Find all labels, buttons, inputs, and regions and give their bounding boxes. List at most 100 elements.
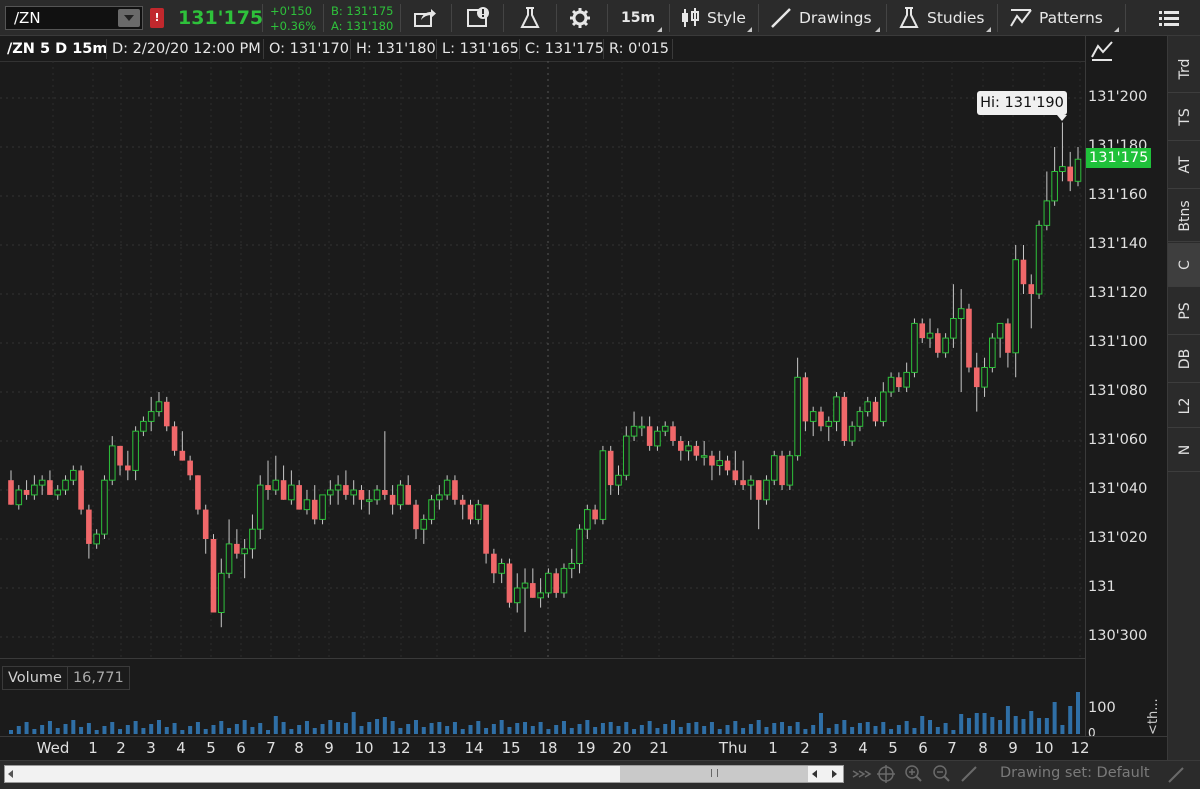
volume-bar [951,730,956,734]
candle-body [685,445,692,452]
net-change: +0'150 [270,4,313,18]
menu-icon[interactable] [1155,4,1183,32]
volume-bar [406,724,411,734]
alert-flag-icon[interactable]: ! [150,8,164,28]
drawing-set-pencil-icon[interactable] [1166,765,1188,785]
volume-bar [156,720,161,734]
time-axis-label: 10 [354,739,374,757]
volume-bar [250,727,255,734]
sidebar-tab-at[interactable]: AT [1168,141,1200,189]
price-axis-label: 131'020 [1088,530,1148,546]
sidebar-tab-label: Btns [1176,199,1193,232]
volume-chart[interactable] [0,661,1085,736]
candle-body [334,484,342,491]
timeframe-button[interactable]: 15m [621,10,655,26]
volume-bar [133,721,138,734]
sidebar-tab-trd[interactable]: Trd [1168,45,1200,93]
volume-bar [390,721,395,734]
candle-body [560,567,568,594]
drawing-pencil-icon[interactable] [961,766,977,782]
volume-bar [86,723,91,734]
candle-body [125,465,131,471]
candle-body [833,396,840,422]
sidebar-tab-ps[interactable]: PS [1168,287,1200,335]
candle-body [770,455,778,481]
volume-bar [600,723,605,734]
style-dropdown-icon [747,27,752,32]
volume-bar [242,720,247,734]
candle-body [856,411,864,427]
volume-bar [79,727,84,734]
patterns-icon[interactable] [1007,4,1035,32]
volume-bar [110,722,115,734]
candle-body [896,377,902,388]
sidebar-tab-ts[interactable]: TS [1168,93,1200,141]
sidebar-tab-label: PS [1176,301,1193,320]
volume-bar [452,722,457,734]
sidebar-tab-db[interactable]: DB [1168,335,1200,383]
time-axis-label: 3 [828,739,838,757]
candle-body [8,480,14,505]
symbol-dropdown-button[interactable] [118,9,140,27]
scroll-right-arrow-2[interactable] [832,770,837,778]
volume-bar [460,729,465,734]
scroll-left-arrow[interactable] [8,770,13,778]
scroll-right-arrow-1[interactable] [812,770,817,778]
volume-bar [172,723,177,734]
candle-body [147,411,155,422]
candle-body [1043,200,1051,226]
chart-settings-icon[interactable] [465,4,493,32]
sidebar-tab-c[interactable]: C [1168,243,1200,287]
gear-icon[interactable] [566,4,594,32]
volume-bar [756,720,761,734]
volume-bar [398,728,403,734]
studies-flask-icon[interactable] [895,4,923,32]
high-price-bubble: Hi: 131'190 [977,91,1067,115]
sidebar-tab-n[interactable]: N [1168,428,1200,472]
candlestick-chart[interactable] [0,61,1085,659]
volume-bar [32,729,37,734]
volume-bar [935,727,940,734]
drawing-set-label[interactable]: Drawing set: Default [1000,765,1150,781]
candle-body [825,420,833,427]
bar-high: H: 131'180 [350,39,441,59]
candle-body [584,509,591,530]
candle-body [108,445,116,481]
candle-body [413,504,419,530]
candle-body [568,563,576,569]
volume-bar [1013,716,1018,734]
sidebar-tab-btns[interactable]: Btns [1168,190,1200,242]
candle-body [265,485,271,490]
candle-body [950,318,957,339]
candle-style-icon[interactable] [676,4,704,32]
candle-body [23,490,30,495]
price-axis-label: 131'200 [1088,89,1148,105]
candle-body [809,411,817,422]
price-scale-icon[interactable] [1090,40,1114,62]
drawings-button[interactable]: Drawings [799,9,872,27]
time-axis-label: 4 [176,739,186,757]
symbol-selector[interactable]: /ZN [5,6,143,30]
flask-icon[interactable] [516,4,544,32]
volume-bar [437,722,442,734]
volume-bar [499,720,504,734]
style-button[interactable]: Style [707,9,746,27]
volume-bar [904,721,909,734]
candle-body [397,484,404,506]
candle-body [1067,166,1074,182]
zoom-in-icon[interactable] [905,765,922,782]
candle-body [389,494,396,505]
expand-icon[interactable] [852,770,872,778]
volume-bar [297,725,302,734]
candle-body [506,563,513,603]
patterns-button[interactable]: Patterns [1039,9,1103,27]
sidebar-tab-label: AT [1176,155,1193,174]
zoom-out-icon[interactable] [933,765,950,782]
share-icon[interactable] [411,4,439,32]
candle-body [661,425,669,432]
sidebar-tab-l2[interactable]: L2 [1168,384,1200,428]
time-axis-label: 4 [858,739,868,757]
pan-icon[interactable] [877,765,895,783]
drawing-line-icon[interactable] [767,4,795,32]
studies-button[interactable]: Studies [927,9,985,27]
